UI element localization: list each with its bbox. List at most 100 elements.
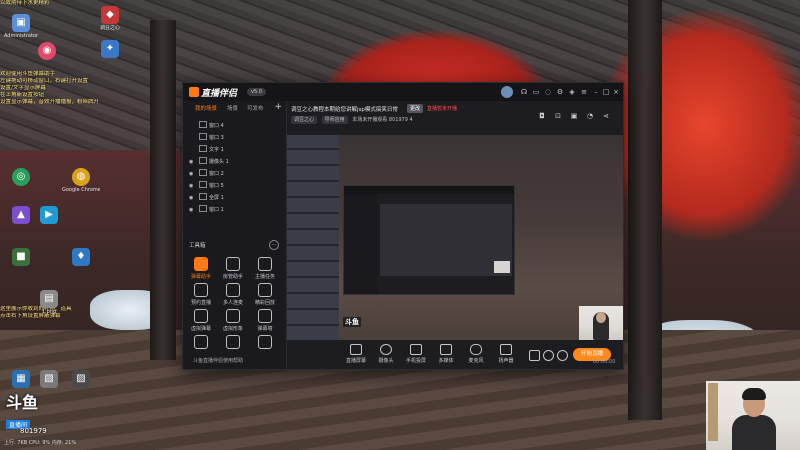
desktop-icon[interactable]: ◉ [28,42,66,61]
headset-icon[interactable]: ☊ [519,87,529,97]
source-type-icon [199,157,207,164]
desktop-icon[interactable]: ▤ 1.png [30,290,68,315]
more-tools-icon[interactable]: … [269,240,279,250]
chat-line: 在上角新设置按钮 [0,92,45,98]
tool-danmaku-wall[interactable]: 弹幕墙 [249,309,281,332]
desktop-icon[interactable]: ♦ [62,248,100,267]
wall-icon [258,309,272,323]
room-category[interactable]: 调豆之心 [291,116,318,124]
settings-icon[interactable] [557,350,568,361]
bell-icon[interactable]: ◌ [543,87,553,97]
camera-source-preview[interactable] [579,306,623,340]
menu-icon[interactable]: ≡ [579,87,589,97]
source-item[interactable]: 窗口 3 [189,133,224,143]
room-number-overlay: 801979 [20,427,47,435]
chat-line: 欢迎使用斗鱼弹幕助手 [0,71,56,77]
chat-line: 设置/文字显示屏幕 [0,85,46,91]
source-item[interactable]: 窗口 4 [189,121,224,131]
main-area: 调豆之心教程本期给您讲解jsp模式搞笑日常 更改 直播暂未开播 调豆之心 导师应… [287,101,623,369]
live-streaming-app-window[interactable]: 直播伴侣 v5.0 ☊ ▭ ◌ ⚙ ◈ ≡ – □ × 我的场景 场景 可发布 … [182,82,624,370]
message-icon[interactable]: ▭ [531,87,541,97]
tool-replay[interactable]: 精彩回放 [249,283,281,306]
source-item[interactable]: 文字 1 [189,145,224,155]
visibility-icon[interactable]: ◉ [189,193,197,203]
desktop-icon[interactable]: ▨ [62,370,100,389]
tab-my-scenes[interactable]: 我的场景 [195,104,217,112]
bottom-toolbar: 直播屏幕 摄像头 手机投屏 多媒体 麦克风 扬声器 开始直播 [287,340,623,369]
system-stats: 上行: 7KB CPU: 9% 内存: 21% [4,440,77,446]
phone-cast-button[interactable]: 手机投屏 [401,344,431,364]
gift-icon[interactable]: ◘ [537,111,547,121]
source-item[interactable]: ◉ 窗口 1 [189,205,224,215]
desktop-icon[interactable]: ▣ Administrator [2,14,40,39]
source-item[interactable]: ◉ 窗口 2 [189,169,224,179]
brand-mark-icon [189,87,199,97]
room-type[interactable]: 导师应用 [321,116,348,124]
multimedia-button[interactable]: 多媒体 [431,344,461,364]
app-icon: ▲ [12,206,30,224]
tool-multi-mic[interactable]: 多人连麦 [217,283,249,306]
visibility-icon[interactable]: ◉ [189,205,197,215]
tool-extra[interactable] [217,335,249,351]
lock-icon[interactable]: ⊡ [553,111,563,121]
user-avatar[interactable] [501,86,513,98]
chat-line: 左键拖动可移动窗口，右键打开设置 [0,78,89,84]
tool-virtual-avatar[interactable]: 虚拟形象 [217,309,249,332]
app-icon: ▶ [40,206,58,224]
tool-virtual-danmaku[interactable]: 虚拟弹幕 [185,309,217,332]
app-icon: ♦ [72,248,90,266]
eye-icon[interactable] [543,350,554,361]
source-type-icon [199,145,207,152]
settings-icon[interactable]: ⚙ [555,87,565,97]
microphone-icon [470,344,482,355]
app-titlebar[interactable]: 直播伴侣 v5.0 ☊ ▭ ◌ ⚙ ◈ ≡ – □ × [183,83,623,101]
desktop-icon[interactable]: ■ [2,248,40,267]
source-item[interactable]: ◉ 摄像头 1 [189,157,229,167]
source-type-icon [199,193,207,200]
screen-capture-button[interactable]: 直播屏幕 [341,344,371,364]
share-icon[interactable]: ⋖ [601,111,611,121]
tool-schedule-live[interactable]: 预约直播 [185,283,217,306]
steam-icon: ■ [12,248,30,266]
tool-room-manager[interactable]: 房管助手 [217,257,249,280]
desktop-icon[interactable]: ◆ 调豆之心 [91,6,129,31]
visibility-icon[interactable]: ◉ [189,157,197,167]
edit-title-button[interactable]: 更改 [407,104,424,113]
record-icon[interactable] [529,350,540,361]
desktop-icon-label: 调豆之心 [99,25,120,31]
source-item[interactable]: ◉ 窗口 5 [189,181,224,191]
tool-host-task[interactable]: 主播任务 [249,257,281,280]
speaker-button[interactable]: 扬声器 [491,344,521,364]
desktop-icon[interactable]: ◍ Google Chrome [62,168,100,193]
version-badge: v5.0 [247,88,266,96]
tool-danmaku-helper[interactable]: 弹幕助手 [185,257,217,280]
replay-icon [258,283,272,297]
minimize-icon[interactable]: – [591,87,601,97]
tool-extra[interactable] [249,335,281,351]
visibility-icon[interactable]: ◉ [189,181,197,191]
bell-icon[interactable]: ◔ [585,111,595,121]
nested-camera [494,261,510,273]
maximize-icon[interactable]: □ [601,87,611,97]
close-icon[interactable]: × [611,87,621,97]
visibility-icon[interactable]: ◉ [189,169,197,179]
skin-icon[interactable]: ◈ [567,87,577,97]
room-meta: 调豆之心 导师应用 本场未开播观看 801979 4 [291,116,413,124]
source-label: 文字 1 [209,147,224,153]
tool-extra[interactable] [185,335,217,351]
desktop-icon[interactable]: ✦ [91,40,129,59]
microphone-button[interactable]: 麦克风 [461,344,491,364]
tab-scene[interactable]: 场景 [227,104,238,112]
desktop-icon[interactable]: ▶ [30,206,68,225]
room-title[interactable]: 调豆之心教程本期给您讲解jsp模式搞笑日常 [291,105,398,113]
add-scene-icon[interactable]: + [274,102,282,112]
source-type-icon [199,169,207,176]
help-link[interactable]: 斗鱼直播伴侣使用帮助 [193,357,243,364]
save-icon[interactable]: ▣ [569,111,579,121]
webcam-overlay [706,381,800,450]
source-item[interactable]: ◉ 全屏 1 [189,193,224,203]
desktop-icon[interactable]: ◎ [2,168,40,187]
tab-publishable[interactable]: 可发布 [247,104,264,112]
camera-button[interactable]: 摄像头 [371,344,401,364]
stream-preview[interactable]: 斗鱼 [287,135,623,340]
